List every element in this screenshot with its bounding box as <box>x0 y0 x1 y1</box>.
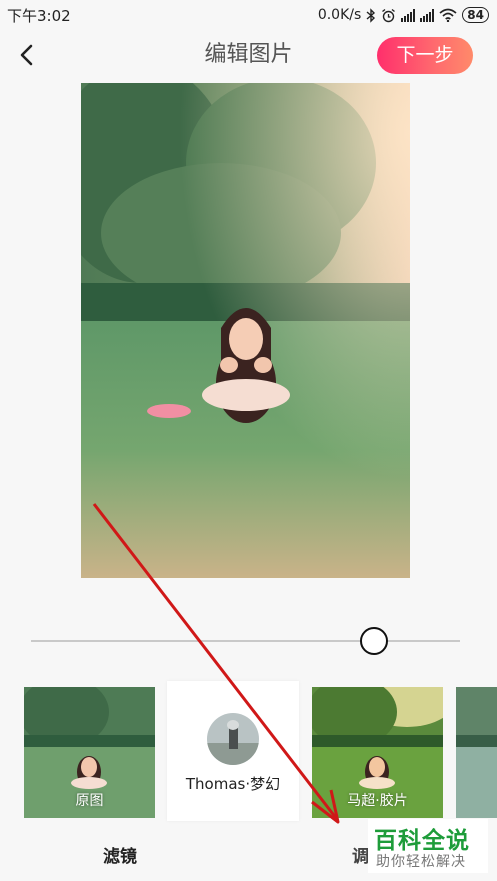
battery-icon: 84 <box>462 7 489 23</box>
filter-next-partial[interactable] <box>456 687 497 818</box>
intensity-slider-track[interactable] <box>31 640 460 642</box>
signal-icon <box>420 8 435 22</box>
status-icons: 0.0K/s 84 <box>318 5 489 25</box>
filter-machao-film[interactable]: 马超·胶片 <box>312 687 443 818</box>
signal-icon <box>401 8 416 22</box>
bluetooth-icon <box>366 7 376 23</box>
watermark-brand: 百科全说 <box>374 828 470 854</box>
edited-photo <box>81 83 410 578</box>
filter-avatar-image <box>207 713 259 765</box>
tab-adjust[interactable]: 调 <box>352 842 369 867</box>
status-time: 下午3:02 <box>7 7 71 25</box>
intensity-slider-thumb[interactable] <box>359 627 388 655</box>
filter-avatar <box>207 713 259 765</box>
next-step-button[interactable]: 下一步 <box>377 37 473 74</box>
watermark: 百科全说 助你轻松解决 <box>368 819 488 873</box>
filter-preview-image <box>456 687 497 818</box>
filter-label: 原图 <box>75 793 104 809</box>
filter-thomas-dream[interactable]: Thomas·梦幻 <box>167 681 299 821</box>
watermark-slogan: 助你轻松解决 <box>376 854 466 870</box>
status-bar: 下午3:02 0.0K/s 84 <box>0 0 497 30</box>
tab-filter[interactable]: 滤镜 <box>103 842 137 867</box>
network-speed: 0.0K/s <box>317 7 362 23</box>
filter-label: Thomas·梦幻 <box>185 775 281 793</box>
wifi-icon <box>439 8 457 22</box>
photo-illustration <box>81 83 410 578</box>
filter-original[interactable]: 原图 <box>24 687 155 818</box>
alarm-icon <box>382 8 396 22</box>
filter-label: 马超·胶片 <box>347 793 408 809</box>
